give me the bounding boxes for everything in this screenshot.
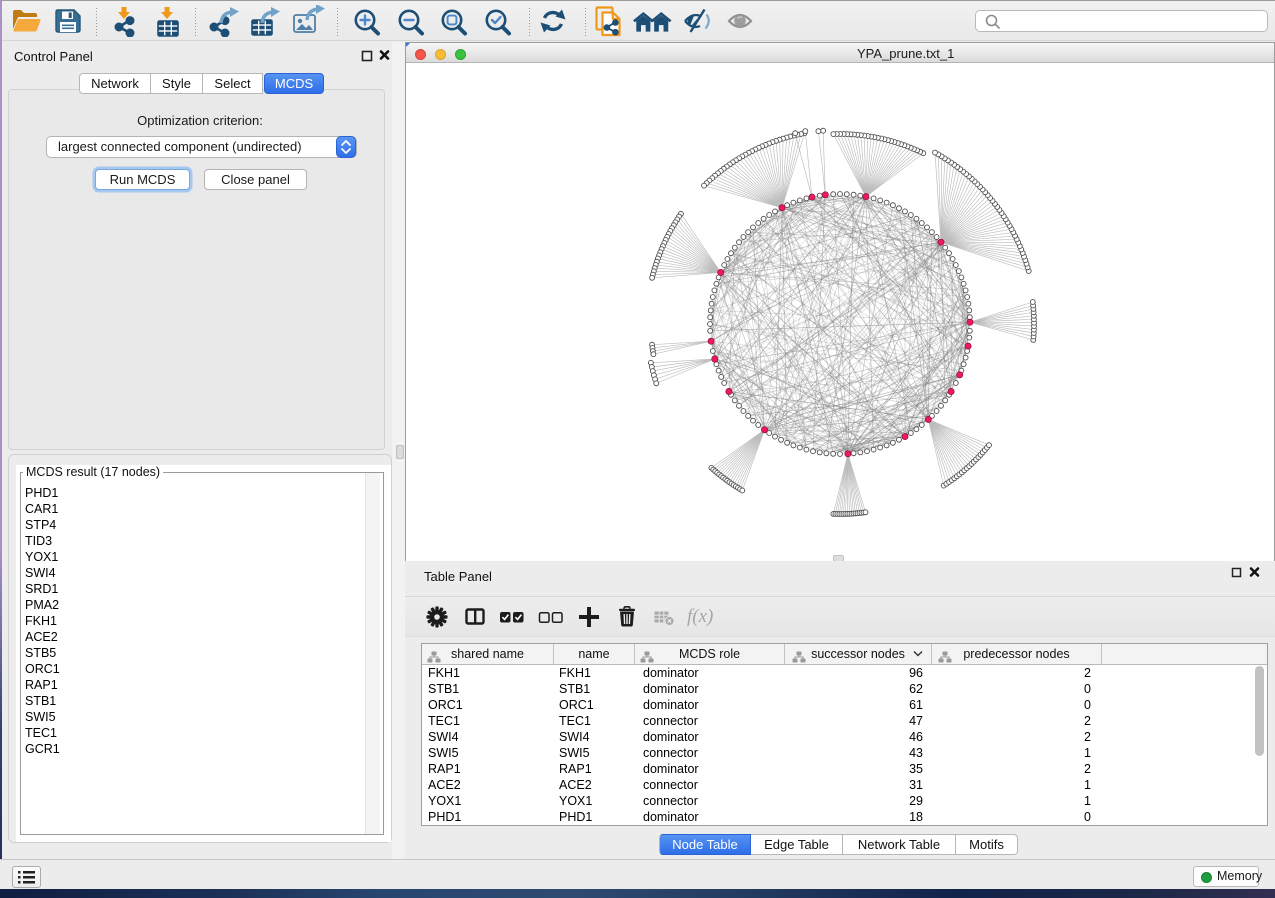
- svg-text:f(x): f(x): [687, 606, 713, 627]
